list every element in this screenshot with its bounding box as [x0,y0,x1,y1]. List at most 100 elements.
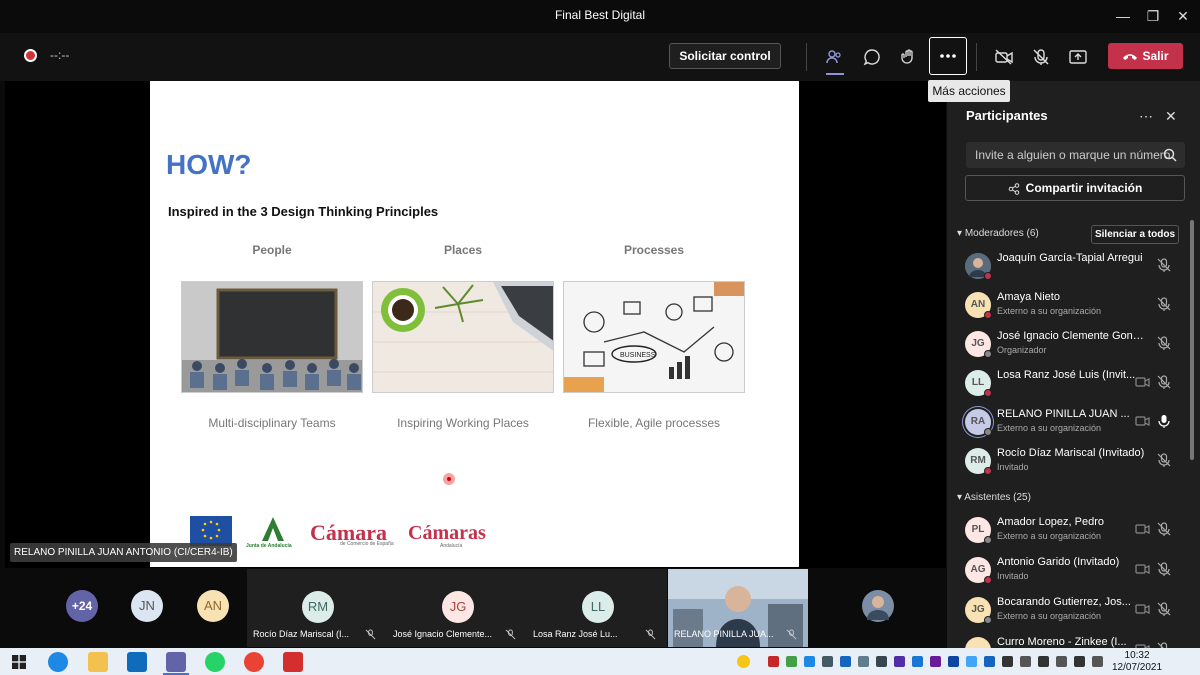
mic-off-icon[interactable] [1156,374,1172,390]
windows-taskbar: 10:32 12/07/2021 [0,648,1200,675]
participant-row[interactable]: JG Bocarando Gutierrez, Jos... Externo a s… [947,591,1192,629]
system-tray-icon[interactable] [876,656,887,667]
mic-on-icon[interactable] [1156,413,1172,429]
mic-toggle-button[interactable] [1025,41,1057,73]
system-tray-icon[interactable] [894,656,905,667]
request-control-button[interactable]: Solicitar control [669,43,781,69]
moderators-section-header[interactable]: ▾ Moderadores (6) [957,228,1039,239]
participant-row[interactable]: AN Amaya Nieto Externo a su organización [947,286,1192,324]
mic-off-icon[interactable] [1156,335,1172,351]
participant-row[interactable]: LL Losa Ranz José Luis (Invit... [947,364,1192,402]
system-tray-icon[interactable] [786,656,797,667]
search-icon[interactable] [1163,148,1177,167]
ellipsis-icon [940,54,956,58]
attendees-section-header[interactable]: ▾ Asistentes (25) [957,492,1031,503]
participant-row[interactable]: RM Rocío Díaz Mariscal (Invitado) Invitado [947,442,1192,480]
system-tray-icon[interactable] [912,656,923,667]
participant-subtitle: Externo a su organización [997,611,1102,621]
people-icon [826,50,841,64]
mic-off-icon [1033,49,1049,65]
system-tray-icon[interactable] [930,656,941,667]
chrome-icon[interactable] [244,652,264,672]
participant-row[interactable]: Joaquín García-Tapial Arregui [947,247,1192,285]
mic-off-icon[interactable] [1156,452,1172,468]
edge-browser-icon[interactable] [48,652,68,672]
camera-toggle-button[interactable] [988,41,1020,73]
presence-status-icon [984,311,992,319]
participant-row[interactable]: PL Amador Lopez, Pedro Externo a su organi… [947,511,1192,549]
participant-row[interactable]: JG José Ignacio Clemente Gonzál... Organiz… [947,325,1192,363]
mic-off-icon[interactable] [1156,257,1172,273]
participant-row[interactable]: AG Antonio Garido (Invitado) Invitado [947,551,1192,589]
presence-status-icon [984,428,992,436]
participants-button[interactable] [818,41,850,73]
system-tray-icon[interactable] [804,656,815,667]
maximize-button[interactable]: ❐ [1141,5,1165,27]
system-tray-icon[interactable] [984,656,995,667]
system-tray-icon[interactable] [1056,656,1067,667]
outlook-icon[interactable] [127,652,147,672]
panel-title: Participantes [966,108,1048,123]
share-content-button[interactable] [1062,41,1094,73]
system-tray-icon[interactable] [1002,656,1013,667]
camera-off-icon[interactable] [1135,413,1151,429]
participant-name: Joaquín García-Tapial Arregui [997,252,1143,264]
acrobat-icon[interactable] [283,652,303,672]
system-tray-icon[interactable] [768,656,779,667]
self-avatar[interactable] [862,590,894,622]
system-clock[interactable]: 10:32 12/07/2021 [1112,650,1162,674]
clock-date: 12/07/2021 [1112,662,1163,673]
whatsapp-icon[interactable] [205,652,225,672]
overflow-participants-count[interactable]: +24 [66,590,98,622]
mic-off-icon[interactable] [1156,561,1172,577]
system-tray-icon[interactable] [858,656,869,667]
video-tile[interactable]: JG José Ignacio Clemente... [387,569,527,647]
system-tray-icon[interactable] [948,656,959,667]
teams-icon[interactable] [166,652,186,672]
system-tray-icon[interactable] [966,656,977,667]
active-tab-indicator [826,73,844,75]
invite-search-input[interactable]: Invite a alguien o marque un número [966,142,1185,168]
system-tray-icon[interactable] [822,656,833,667]
participant-avatar-jn[interactable]: JN [131,590,163,622]
system-tray-icon[interactable] [1020,656,1031,667]
presence-status-icon [984,389,992,397]
mic-off-icon[interactable] [1156,296,1172,312]
close-window-button[interactable]: ✕ [1171,5,1195,27]
presenter-name-tag: RELANO PINILLA JUAN ANTONIO (CI/CER4-IB) [10,543,237,562]
share-invite-button[interactable]: Compartir invitación [965,175,1185,201]
participant-name: Amador Lopez, Pedro [997,516,1105,528]
camera-off-icon[interactable] [1135,601,1151,617]
chat-button[interactable] [856,41,888,73]
system-tray-icon[interactable] [840,656,851,667]
mute-all-button[interactable]: Silenciar a todos [1091,225,1179,244]
clock-time: 10:32 [1124,650,1150,661]
video-tile-name: Losa Ranz José Lu... [533,629,618,639]
camera-off-icon[interactable] [1135,374,1151,390]
system-tray-icon[interactable] [1074,656,1085,667]
weather-icon[interactable] [737,655,750,668]
file-explorer-icon[interactable] [88,652,108,672]
meeting-toolbar: --:-- Solicitar control Salir [0,33,1200,81]
minimize-button[interactable]: — [1111,5,1135,27]
camera-off-icon[interactable] [1135,561,1151,577]
leave-button[interactable]: Salir [1108,43,1183,69]
windows-start-icon[interactable] [12,655,26,674]
participant-avatar-an[interactable]: AN [197,590,229,622]
video-tile[interactable]: RELANO PINILLA JUA... [668,569,808,647]
video-tile[interactable]: LL Losa Ranz José Lu... [527,569,667,647]
panel-close-icon[interactable]: ✕ [1165,108,1177,125]
camera-off-icon[interactable] [1135,521,1151,537]
more-actions-button[interactable] [929,37,967,75]
video-tile[interactable]: RM Rocío Díaz Mariscal (I... [247,569,387,647]
avatar: LL [582,591,614,623]
mic-off-icon[interactable] [1156,521,1172,537]
reactions-button[interactable] [893,41,925,73]
system-tray-icon[interactable] [1092,656,1103,667]
mic-off-icon[interactable] [1156,601,1172,617]
panel-scrollbar[interactable] [1190,220,1194,460]
participant-name: RELANO PINILLA JUAN ... [997,408,1130,420]
panel-more-icon[interactable]: ⋯ [1139,108,1153,125]
participant-row[interactable]: RA RELANO PINILLA JUAN ... Externo a su or… [947,403,1192,441]
system-tray-icon[interactable] [1038,656,1049,667]
